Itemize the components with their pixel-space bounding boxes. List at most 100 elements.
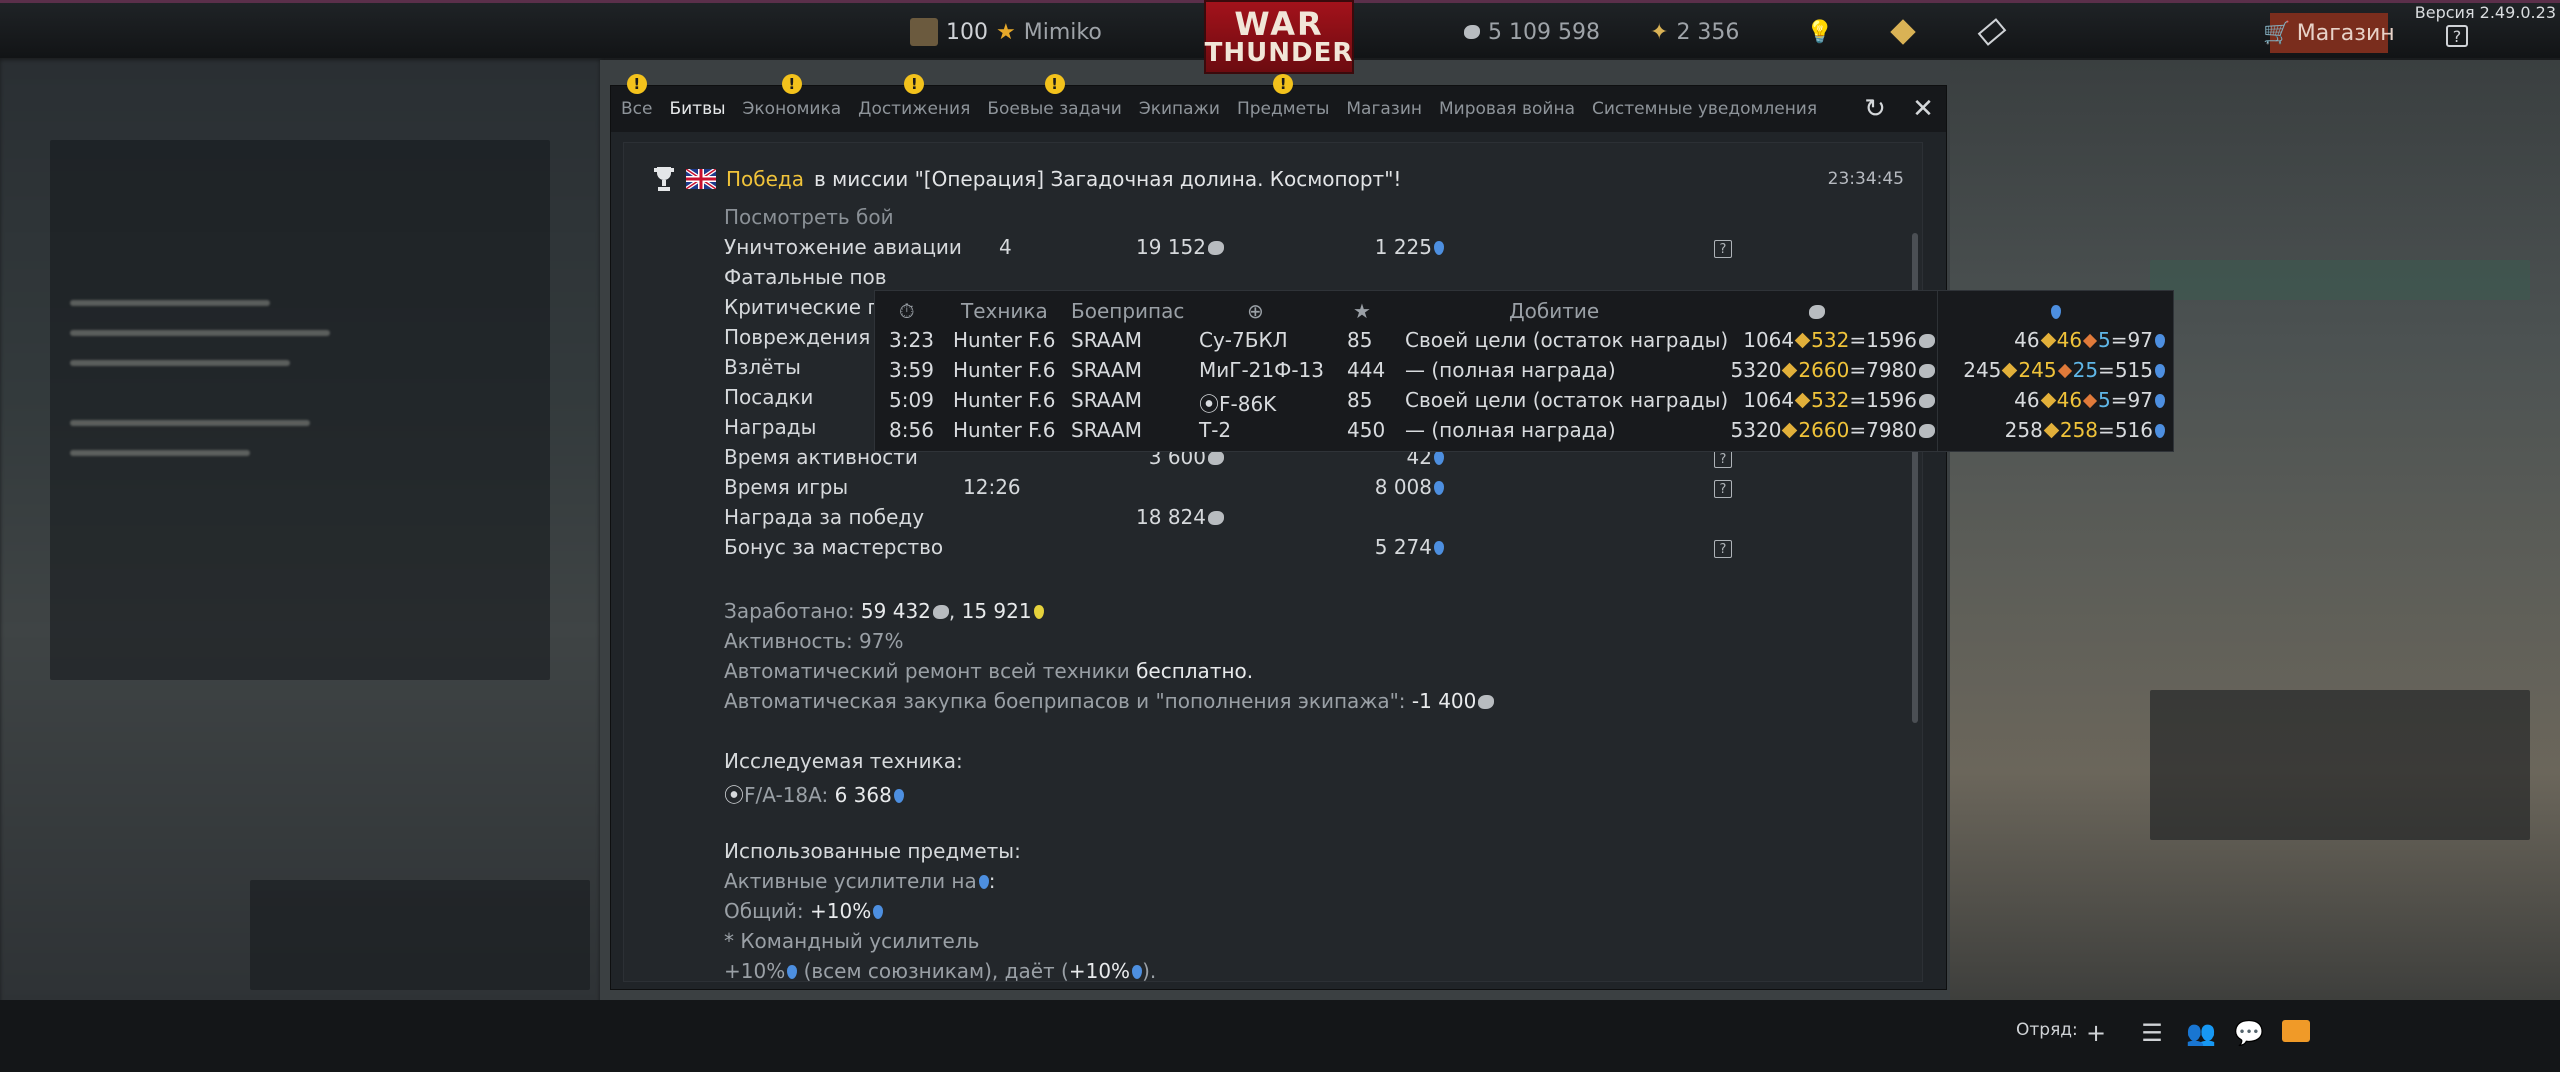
shop-label: Магазин <box>2296 20 2395 46</box>
player-rank: 100 <box>946 19 988 45</box>
tab-economy[interactable]: ! Экономика <box>742 74 842 132</box>
game-logo: WAR THUNDER <box>1204 0 1354 74</box>
message-content: Победа в миссии "[Операция] Загадочная д… <box>623 142 1923 982</box>
row-time: 3:23 <box>889 328 934 352</box>
row-ammo: SRAAM <box>1071 328 1142 352</box>
row-kill: — (полная награда) <box>1405 358 1616 382</box>
ammo-line: Автоматическая закупка боеприпасов и "по… <box>724 689 1495 717</box>
repair-label: Автоматический ремонт всей техники <box>724 659 1130 683</box>
lion-icon <box>1208 511 1224 525</box>
cmd-end: ). <box>1142 959 1157 982</box>
row-lions: 1064 532=1596 <box>1693 328 1935 352</box>
lions-total: 7980 <box>1866 418 1917 442</box>
command-booster-line: +10% (всем союзникам), даёт (+10%). <box>724 959 1157 982</box>
lions-base: 5320 <box>1730 418 1782 442</box>
mail-icon[interactable] <box>2282 1020 2310 1042</box>
stat-label: Взлёты <box>724 355 801 379</box>
shop-button[interactable]: 🛒 Магазин <box>2263 13 2395 53</box>
gold-icon <box>1794 392 1811 409</box>
eagles-balance[interactable]: ✦ 2 356 <box>1650 3 1739 61</box>
lions-base: 1064 <box>1743 388 1795 412</box>
bg-line <box>70 300 270 306</box>
lions-base: 5320 <box>1730 358 1782 382</box>
contacts-icon[interactable]: 👥 <box>2186 1020 2216 1046</box>
warning-icon: ! <box>781 74 802 94</box>
rp-icon <box>1434 241 1444 255</box>
rp-base: 46 <box>2014 388 2040 412</box>
research-points-button[interactable]: 💡 <box>1806 3 1833 61</box>
rp-icon <box>1132 965 1143 979</box>
bg-event-bar <box>2150 260 2530 300</box>
tab-system[interactable]: Системные уведомления <box>1592 86 1817 132</box>
rp-total: 515 <box>2114 358 2153 382</box>
tab-world-war[interactable]: Мировая война <box>1439 86 1575 132</box>
gold-icon <box>2043 422 2060 439</box>
stat-label: Фатальные пов <box>724 265 887 289</box>
trophy-icon <box>654 167 674 191</box>
bg-right-panel <box>1950 60 2560 1010</box>
tab-battles[interactable]: Битвы <box>669 86 725 132</box>
tab-all[interactable]: ! Все <box>621 74 652 132</box>
warning-icon: ! <box>626 74 647 94</box>
rp-icon <box>893 789 904 803</box>
orange-icon <box>2082 333 2098 349</box>
eagles-value: 2 356 <box>1676 19 1740 45</box>
lions-bonus: 532 <box>1811 328 1850 352</box>
target-icon: ⦿ <box>724 783 744 807</box>
activity-value: 97% <box>859 629 904 653</box>
tab-items[interactable]: ! Предметы <box>1236 74 1330 132</box>
rp-icon <box>2155 424 2165 438</box>
repair-line: Автоматический ремонт всей техники беспл… <box>724 659 1253 687</box>
avatar <box>910 18 938 46</box>
add-squad-icon[interactable]: + <box>2082 1020 2110 1046</box>
tab-crews[interactable]: Экипажи <box>1139 86 1220 132</box>
stat-rp: 1 225 <box>1344 235 1444 259</box>
cmd-value2: +10% <box>1068 959 1131 982</box>
player-info[interactable]: 100 ★ Mimiko <box>910 3 1102 61</box>
tab-label: Экономика <box>742 99 842 119</box>
stat-label: Время игры <box>724 475 849 499</box>
earned-label: Заработано: <box>724 599 855 623</box>
lions-balance[interactable]: 5 109 598 <box>1462 3 1600 61</box>
stat-info-button[interactable]: ? <box>1714 540 1732 558</box>
tab-shop[interactable]: Магазин <box>1346 86 1422 132</box>
row-vehicle: Hunter F.6 <box>953 328 1056 352</box>
messages-dialog: ! Все Битвы ! Экономика ! Достижения ! Боевы… <box>610 74 1947 990</box>
tab-label: Предметы <box>1236 99 1330 119</box>
close-icon[interactable]: ✕ <box>1910 96 1936 122</box>
chat-icon[interactable]: 💬 <box>2234 1020 2264 1046</box>
tab-label: Магазин <box>1346 99 1423 119</box>
stat-info-button[interactable]: ? <box>1714 240 1732 258</box>
rp-icon <box>1434 481 1444 495</box>
items-title: Использованные предметы: <box>724 839 1021 863</box>
lion-icon <box>1919 364 1935 378</box>
coupon-button[interactable] <box>1977 3 2007 61</box>
row-ammo: SRAAM <box>1071 418 1142 442</box>
premium-button[interactable] <box>1890 3 1916 61</box>
tab-battle-tasks[interactable]: ! Боевые задачи <box>987 74 1122 132</box>
rp-total: 97 <box>2127 388 2153 412</box>
help-button[interactable]: ? <box>2446 25 2468 47</box>
list-icon[interactable]: ☰ <box>2138 1020 2166 1046</box>
stat-lions-value: 18 824 <box>1136 505 1206 529</box>
header-vehicle: Техника <box>961 299 1048 323</box>
orange-icon <box>2057 363 2072 379</box>
stat-info-button[interactable]: ? <box>1714 480 1732 498</box>
star-header-icon: ★ <box>1353 299 1371 323</box>
tab-achievements[interactable]: ! Достижения <box>858 74 970 132</box>
lions-total: 1596 <box>1866 388 1917 412</box>
stat-info-button[interactable]: ? <box>1714 450 1732 468</box>
cmd-text: (всем союзникам), даёт ( <box>803 959 1069 982</box>
stat-lions-value: 19 152 <box>1136 235 1206 259</box>
lion-icon <box>1478 695 1495 709</box>
row-br: 85 <box>1347 328 1373 352</box>
row-time: 3:59 <box>889 358 934 382</box>
refresh-icon[interactable]: ↻ <box>1862 96 1888 122</box>
rp-icon <box>978 875 989 889</box>
repair-value: бесплатно. <box>1136 659 1254 683</box>
orange-icon <box>2082 393 2098 409</box>
general-label: Общий: <box>724 899 804 923</box>
view-battle-link[interactable]: Посмотреть бой <box>724 205 894 233</box>
rp-total: 516 <box>2114 418 2153 442</box>
lion-icon <box>1919 424 1935 438</box>
